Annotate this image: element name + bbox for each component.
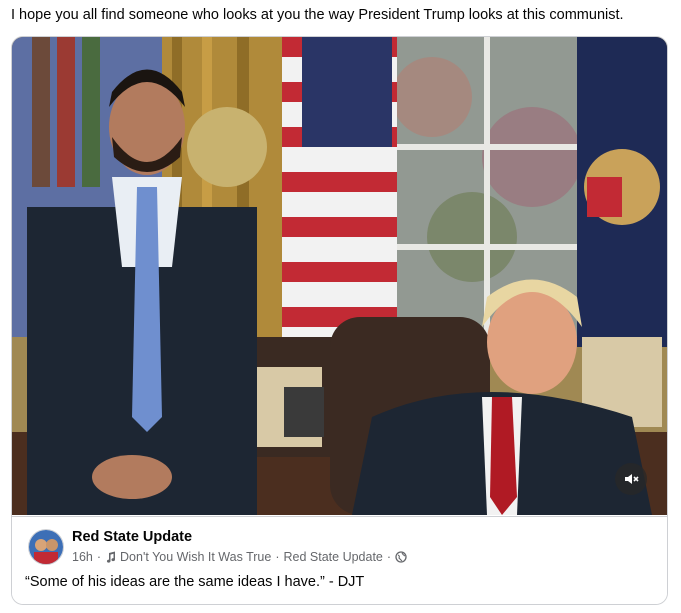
page-avatar[interactable] [28, 529, 64, 565]
audio-track-link[interactable]: Don't You Wish It Was True [120, 550, 271, 564]
shared-post-card[interactable]: Red State Update 16h · Don't You Wish It… [11, 36, 668, 605]
audio-artist-link[interactable]: Red State Update [284, 550, 383, 564]
meta-separator: · [96, 550, 102, 564]
meta-separator: · [386, 550, 392, 564]
meta-separator: · [275, 550, 280, 564]
post-time[interactable]: 16h [72, 550, 93, 564]
avatar-image [29, 530, 63, 564]
speaker-muted-icon [625, 474, 639, 484]
video-frame [12, 37, 667, 515]
mute-button[interactable] [615, 463, 647, 495]
shared-post-text: “Some of his ideas are the same ideas I … [25, 574, 365, 590]
post-caption: I hope you all find someone who looks at… [11, 7, 624, 23]
globe-icon[interactable] [395, 551, 407, 563]
post-meta: 16h · Don't You Wish It Was True · Red S… [72, 550, 407, 564]
shared-post-footer: Red State Update 16h · Don't You Wish It… [12, 516, 667, 604]
video-player[interactable] [12, 37, 667, 515]
page-name-link[interactable]: Red State Update [72, 529, 192, 545]
music-note-icon [106, 551, 116, 563]
